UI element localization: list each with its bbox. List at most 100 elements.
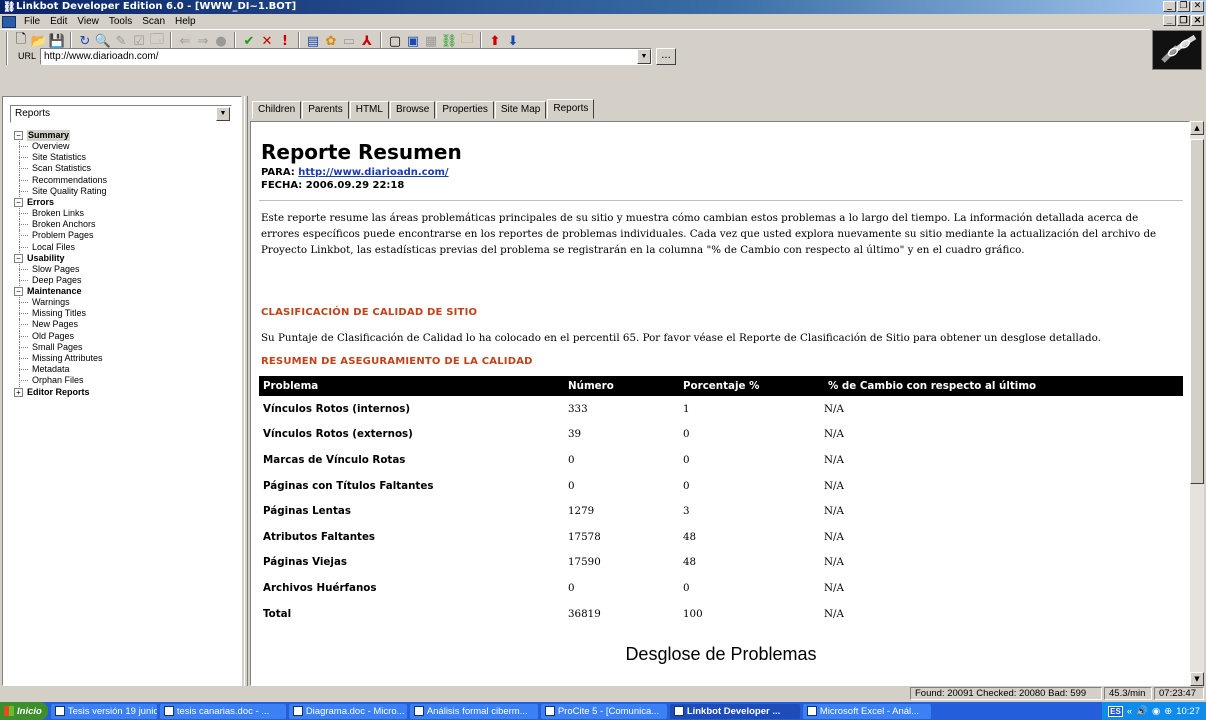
tree-node-label: Maintenance xyxy=(27,286,82,297)
chevron-down-icon[interactable]: ▼ xyxy=(637,48,652,64)
doc-close-icon[interactable]: ✕ xyxy=(1191,15,1204,26)
start-button[interactable]: Inicio xyxy=(0,702,48,720)
taskbar-item[interactable]: Tesis versión 19 junio... xyxy=(50,703,157,719)
window-title: Linkbot Developer Edition 6.0 - [WWW_DI~… xyxy=(16,1,297,12)
tray-expand-icon[interactable]: « xyxy=(1127,706,1132,717)
percent-cell: 0 xyxy=(683,581,690,594)
tree-item-orphan-files[interactable]: Orphan Files xyxy=(14,375,107,387)
table-row: Atributos Faltantes 17578 48 N/A xyxy=(259,524,1183,550)
column-header-problema: Problema xyxy=(259,376,564,396)
volume-icon[interactable]: 🔊 xyxy=(1136,706,1148,717)
quality-summary-table: Problema Número Porcentaje %% de Cambio co… xyxy=(259,376,1183,626)
network-icon[interactable]: ⊕ xyxy=(1164,706,1172,717)
tree-item-warnings[interactable]: Warnings xyxy=(14,297,107,309)
tab-browse[interactable]: Browse xyxy=(389,101,436,119)
summary-heading: RESUMEN DE ASEGURAMIENTO DE LA CALIDAD xyxy=(261,356,533,367)
tree-item-metadata[interactable]: Metadata xyxy=(14,364,107,376)
menu-edit[interactable]: Edit xyxy=(45,16,72,27)
security-shield-icon[interactable]: ◉ xyxy=(1152,706,1160,717)
close-icon[interactable]: ✕ xyxy=(1191,1,1204,12)
collapse-icon[interactable]: − xyxy=(14,197,23,207)
document-icon[interactable] xyxy=(2,15,16,28)
scroll-up-icon[interactable]: ▲ xyxy=(1190,121,1204,135)
tab-children[interactable]: Children xyxy=(252,101,302,119)
tree-item-recommendations[interactable]: Recommendations xyxy=(14,174,107,186)
tree-item-old-pages[interactable]: Old Pages xyxy=(14,330,107,343)
tree-item-missing-attributes[interactable]: Missing Attributes xyxy=(14,353,107,365)
taskbar-item[interactable]: ProCite 5 - [Comunica... xyxy=(540,703,667,719)
tab-properties[interactable]: Properties xyxy=(436,101,494,119)
change-cell: N/A xyxy=(824,607,844,620)
tree-item-site-statistics[interactable]: Site Statistics xyxy=(14,152,107,164)
tree-item-broken-links[interactable]: Broken Links xyxy=(14,207,107,220)
tree-item-small-pages[interactable]: Small Pages xyxy=(14,341,107,354)
tree-item-scan-statistics[interactable]: Scan Statistics xyxy=(14,163,107,175)
tree-node-usability[interactable]: − Usability xyxy=(14,253,107,264)
taskbar-item-label: Tesis versión 19 junio... xyxy=(67,705,157,717)
document-window-controls: _ ❐ ✕ xyxy=(1163,15,1204,26)
tree-item-local-files[interactable]: Local Files xyxy=(14,241,107,253)
tab-reports[interactable]: Reports xyxy=(547,99,595,119)
tab-site-map[interactable]: Site Map xyxy=(494,101,547,119)
tree-node-editor-reports[interactable]: + Editor Reports xyxy=(14,387,107,398)
url-input[interactable]: http://www.diarioadn.com/ ▼ xyxy=(40,47,653,65)
chevron-down-icon[interactable]: ▼ xyxy=(216,107,230,121)
number-cell: 39 xyxy=(568,428,582,441)
doc-minimize-icon[interactable]: _ xyxy=(1163,15,1176,26)
menu-help[interactable]: Help xyxy=(170,16,201,27)
taskbar-item[interactable]: Análisis formal ciberm... xyxy=(409,703,538,719)
tree-item-new-pages[interactable]: New Pages xyxy=(14,319,107,331)
taskbar-item[interactable]: Diagrama.doc - Micro... xyxy=(288,703,407,719)
tree-item-slow-pages[interactable]: Slow Pages xyxy=(14,263,107,276)
number-cell: 36819 xyxy=(568,607,601,620)
menu-view[interactable]: View xyxy=(72,16,104,27)
panel-splitter[interactable] xyxy=(244,96,248,686)
taskbar-item[interactable]: Microsoft Excel - Anál... xyxy=(802,703,931,719)
site-link[interactable]: http://www.diarioadn.com/ xyxy=(298,167,448,178)
taskbar: Inicio Tesis versión 19 junio... tesis ca… xyxy=(0,702,1206,720)
tree-node-maintenance[interactable]: − Maintenance xyxy=(14,286,107,297)
menu-tools[interactable]: Tools xyxy=(104,16,137,27)
taskbar-item[interactable]: Linkbot Developer ... xyxy=(669,703,800,719)
tree-item-broken-anchors[interactable]: Broken Anchors xyxy=(14,219,107,231)
tree-node-summary[interactable]: − Summary xyxy=(14,130,107,141)
tree-item-overview[interactable]: Overview xyxy=(14,141,107,153)
taskbar-item[interactable]: tesis canarias.doc - ... xyxy=(159,703,286,719)
scroll-down-icon[interactable]: ▼ xyxy=(1190,672,1204,686)
restore-icon[interactable]: ❐ xyxy=(1177,1,1190,12)
report-type-select[interactable]: Reports ▼ xyxy=(10,105,232,123)
menu-file[interactable]: File xyxy=(19,16,45,27)
expand-icon[interactable]: + xyxy=(14,387,23,397)
table-row: Total 36819 100 N/A xyxy=(259,601,1183,627)
language-indicator[interactable]: ES xyxy=(1108,705,1123,717)
change-cell: N/A xyxy=(824,581,844,594)
tree-node-label: Errors xyxy=(27,196,55,207)
column-header-de-cambio-con-respecto-al-ultimo: % de Cambio con respecto al último xyxy=(824,376,1183,396)
report-intro: Este reporte resume las áreas problemáti… xyxy=(261,212,1157,256)
column-header-porcentaje: Porcentaje % xyxy=(679,376,824,396)
tree-item-missing-titles[interactable]: Missing Titles xyxy=(14,308,107,320)
tab-html[interactable]: HTML xyxy=(349,101,389,119)
app-icon xyxy=(163,706,174,716)
doc-restore-icon[interactable]: ❐ xyxy=(1177,15,1190,26)
vertical-scrollbar[interactable]: ▲ ▼ xyxy=(1190,121,1204,686)
clock: 10:27 xyxy=(1176,705,1200,717)
minimize-icon[interactable]: _ xyxy=(1163,1,1176,12)
problem-cell: Marcas de Vínculo Rotas xyxy=(263,453,406,466)
tree-item-deep-pages[interactable]: Deep Pages xyxy=(14,274,107,287)
window-controls: _ ❐ ✕ xyxy=(1163,1,1204,12)
url-more-button[interactable]: ... xyxy=(656,47,677,65)
app-icon xyxy=(806,706,817,716)
table-row: Páginas Viejas 17590 48 N/A xyxy=(259,550,1183,576)
number-cell: 0 xyxy=(568,453,575,466)
tree-item-site-quality-rating[interactable]: Site Quality Rating xyxy=(14,185,107,198)
collapse-icon[interactable]: − xyxy=(14,287,23,297)
percent-cell: 0 xyxy=(683,428,690,441)
tab-parents[interactable]: Parents xyxy=(302,101,349,119)
collapse-icon[interactable]: − xyxy=(14,131,23,140)
tree-item-problem-pages[interactable]: Problem Pages xyxy=(14,230,107,242)
collapse-icon[interactable]: − xyxy=(14,253,23,263)
tree-node-errors[interactable]: − Errors xyxy=(14,197,107,208)
scroll-thumb[interactable] xyxy=(1190,139,1204,484)
menu-scan[interactable]: Scan xyxy=(137,16,170,27)
